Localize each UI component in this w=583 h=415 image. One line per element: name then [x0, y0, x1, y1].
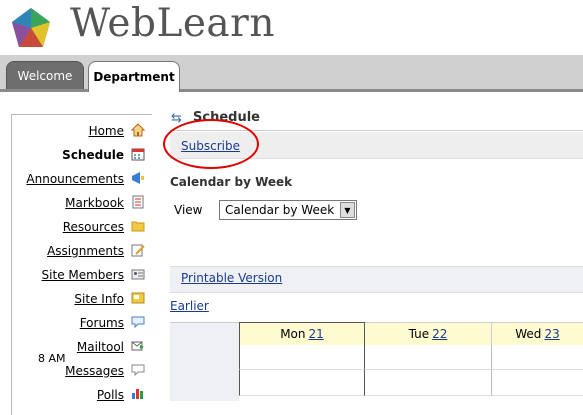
day-date-link[interactable]: 22 [432, 327, 447, 341]
day-header-wed: Wed 23 [492, 322, 583, 345]
time-slot[interactable] [492, 345, 583, 370]
nav-resources[interactable]: Resources [63, 220, 124, 234]
nav-mailtool[interactable]: Mailtool [77, 340, 124, 354]
weblearn-logo [12, 8, 50, 47]
calendar-heading: Calendar by Week [170, 175, 293, 189]
mail-icon [131, 341, 144, 351]
nav-site-info[interactable]: Site Info [74, 292, 124, 306]
day-date-link[interactable]: 23 [544, 327, 559, 341]
folder-icon [131, 221, 145, 232]
polls-icon [132, 389, 143, 399]
view-select[interactable]: Calendar by Week ▼ [219, 200, 357, 220]
messages-icon [131, 364, 145, 377]
nav-schedule[interactable]: Schedule [62, 148, 124, 162]
time-label: 8 AM [38, 352, 66, 365]
members-icon [131, 269, 145, 280]
home-icon [131, 123, 145, 137]
calendar-corner [170, 322, 239, 345]
view-label: View [174, 203, 203, 217]
nav-assignments[interactable]: Assignments [47, 244, 124, 258]
nav-messages[interactable]: Messages [65, 364, 124, 378]
chevron-down-icon[interactable]: ▼ [340, 202, 355, 218]
nav-markbook[interactable]: Markbook [65, 196, 124, 210]
site-info-icon [131, 292, 145, 304]
day-header-tue: Tue 22 [365, 322, 492, 345]
nav-announcements[interactable]: Announcements [26, 172, 124, 186]
time-column [170, 345, 239, 401]
day-header-mon: Mon 21 [239, 322, 365, 345]
calendar-icon [131, 148, 145, 161]
highlight-circle [163, 119, 259, 169]
tab-department[interactable]: Department [88, 61, 180, 92]
view-select-value: Calendar by Week [225, 203, 335, 217]
earlier-link[interactable]: Earlier [170, 299, 209, 313]
time-slot[interactable] [239, 370, 365, 396]
day-name: Tue [408, 327, 430, 341]
time-slot[interactable] [365, 345, 492, 370]
megaphone-icon [132, 172, 144, 184]
time-slot[interactable] [365, 370, 492, 396]
day-name: Wed [515, 327, 542, 341]
brand-title: WebLearn [70, 1, 275, 46]
week-calendar: Mon 21 Tue 22 Wed 23 [170, 322, 583, 401]
nav-forums[interactable]: Forums [80, 316, 124, 330]
time-slot[interactable] [239, 345, 365, 370]
nav-site-members[interactable]: Site Members [42, 268, 124, 282]
time-slot[interactable] [492, 370, 583, 396]
assignment-icon [131, 244, 145, 257]
markbook-icon [132, 195, 144, 209]
forums-icon [131, 316, 145, 329]
printable-version-link[interactable]: Printable Version [181, 271, 282, 285]
day-name: Mon [280, 327, 306, 341]
nav-polls[interactable]: Polls [97, 388, 124, 402]
tab-welcome[interactable]: Welcome [6, 61, 84, 89]
day-date-link[interactable]: 21 [309, 327, 324, 341]
nav-home[interactable]: Home [89, 124, 124, 138]
